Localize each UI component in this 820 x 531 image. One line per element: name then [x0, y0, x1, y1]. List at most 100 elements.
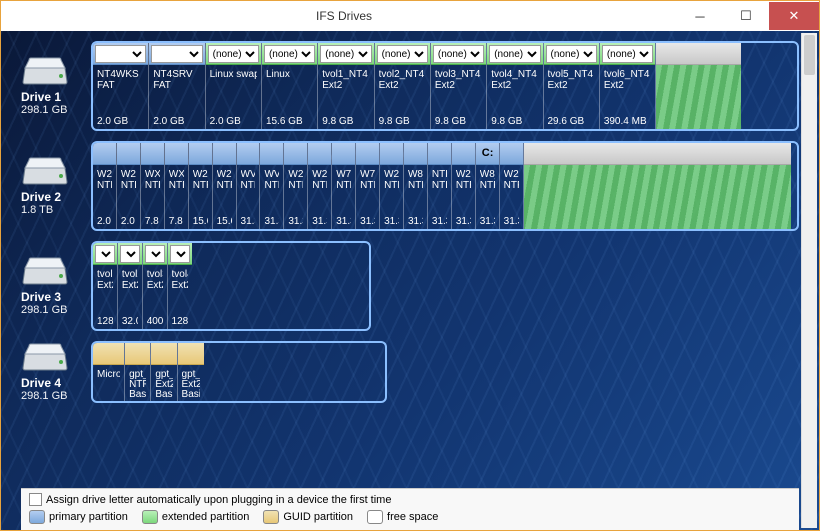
partition[interactable]: gpt_ntfsNTFSBasic data p — [125, 343, 151, 401]
partition-header — [149, 43, 204, 65]
partition[interactable]: (none)tvol4_NT4Ext29.8 GB — [487, 43, 543, 129]
partition[interactable]: gpt_vol1Ext2Basic data p — [151, 343, 177, 401]
partition[interactable]: C:W8_NTFS31.3 — [476, 143, 500, 229]
partition[interactable]: (none)tvol3_NT4Ext29.8 GB — [431, 43, 487, 129]
drive-size: 298.1 GB — [21, 390, 85, 402]
partition-header — [260, 143, 283, 165]
partition[interactable]: NT4WKSFAT2.0 GB — [93, 43, 149, 129]
partition[interactable]: gpt_vol2Ext2Basic data — [178, 343, 204, 401]
drive-letter-select[interactable]: (none) — [602, 45, 653, 63]
partition[interactable]: NTFNTFS31.3 — [428, 143, 452, 229]
partition[interactable]: W2KNTFS2.0 — [93, 143, 117, 229]
partition[interactable]: WVINTFS31.3 — [260, 143, 284, 229]
partition-header — [93, 343, 124, 365]
drive-letter-select[interactable]: (none) — [208, 45, 259, 63]
partition[interactable]: NT4SRVFAT2.0 GB — [149, 43, 205, 129]
drive-letter-select[interactable]: (none) — [377, 45, 428, 63]
partition-size: 2.0 — [97, 216, 112, 227]
partition-size: 9.8 GB — [322, 116, 369, 127]
drive-letter-select[interactable]: (none) — [320, 45, 371, 63]
drive-letter-select[interactable]: R: — [170, 245, 191, 263]
partition[interactable]: (none)tvol5_NT4Ext229.6 GB — [544, 43, 600, 129]
partition[interactable]: R:tvol4Ext2128.0 GB — [168, 243, 193, 329]
swatch-primary-icon — [29, 510, 45, 524]
partition[interactable]: Microsoft re — [93, 343, 125, 401]
drive-letter-select[interactable]: (none) — [489, 45, 540, 63]
partition-fs: NTFS — [121, 180, 136, 191]
titlebar[interactable]: IFS Drives ─ ☐ ✕ — [1, 1, 819, 31]
partition-size: 15.6 — [193, 216, 208, 227]
drive-letter-select[interactable]: O: — [95, 245, 115, 263]
partition-name: W2K — [121, 169, 136, 180]
partition[interactable] — [524, 143, 792, 229]
partition[interactable]: W2KNTFS31.3 — [380, 143, 404, 229]
swatch-extended-icon — [142, 510, 158, 524]
partition-body: W7_NTFS31.3 — [332, 165, 355, 229]
drive-letter-select[interactable]: (none) — [264, 45, 315, 63]
partition-name: tvol1_NT4 — [322, 69, 369, 80]
partition-size: 31.3 — [480, 216, 495, 227]
partition[interactable]: (none) tvol1_NT4Ext2 9.8 GB — [318, 43, 374, 129]
partition-fs: Ext2 — [322, 80, 369, 91]
partition[interactable]: W2KNTFS31.3 — [500, 143, 524, 229]
minimize-button[interactable]: ─ — [677, 2, 723, 30]
close-button[interactable]: ✕ — [769, 2, 819, 30]
partition-size: 31.3 — [264, 216, 279, 227]
auto-assign-checkbox[interactable] — [29, 493, 42, 506]
drive-letter-select[interactable] — [151, 45, 202, 63]
partition[interactable]: W2KNTFS31.3 — [284, 143, 308, 229]
partition[interactable]: W7_NTFS31.3 — [356, 143, 380, 229]
partition-strip: Microsoft regpt_ntfsNTFSBasic data pgpt_… — [91, 341, 387, 403]
maximize-button[interactable]: ☐ — [723, 2, 769, 30]
partition-body: gpt_vol2Ext2Basic data — [178, 365, 204, 401]
partition[interactable]: W2KNTFS15.6 — [189, 143, 213, 229]
partition-header: (none) — [262, 43, 317, 65]
partition-name: W2K — [384, 169, 399, 180]
partition-name: NTF — [432, 169, 447, 180]
partition[interactable]: W2KNTFS31.3 — [308, 143, 332, 229]
partition[interactable]: (none)tvol2_NT4Ext29.8 GB — [375, 43, 431, 129]
partition[interactable]: WXPNTFS7.8 — [141, 143, 165, 229]
partition[interactable]: Q:tvol3Ext2400.0 MB — [143, 243, 168, 329]
partition-fs: Linux swap — [210, 69, 257, 80]
partition-size: 2.0 GB — [153, 116, 200, 127]
drive-letter-select[interactable]: (none) — [433, 45, 484, 63]
partition[interactable]: O:tvol1Ext2128.0 GB — [93, 243, 118, 329]
auto-assign-row[interactable]: Assign drive letter automatically upon p… — [29, 493, 791, 506]
vertical-scrollbar[interactable] — [801, 33, 817, 528]
partition[interactable]: W8_NTFS31.3 — [404, 143, 428, 229]
scrollbar-thumb[interactable] — [804, 35, 815, 75]
partition[interactable]: (none)Linux swap2.0 GB — [206, 43, 262, 129]
drive-letter-select[interactable] — [95, 45, 146, 63]
partition[interactable]: WXPNTFS7.8 — [165, 143, 189, 229]
partition[interactable]: W2KNTFS2.0 — [117, 143, 141, 229]
partition-fs: NTFS — [336, 180, 351, 191]
partition-header — [178, 343, 204, 365]
partition-header — [117, 143, 140, 165]
partition-fs: NTFS — [312, 180, 327, 191]
drive-letter-select[interactable]: Q: — [145, 245, 165, 263]
drive-row: Drive 1298.1 GBNT4WKSFAT2.0 GBNT4SRVFAT2… — [21, 41, 799, 131]
partition-size: 400.0 MB — [147, 316, 163, 327]
partition-body: tvol6_NT4Ext2390.4 MB — [600, 65, 655, 129]
partition-name: tvol4_NT4 — [491, 69, 538, 80]
partition[interactable]: W7_NTFS31.3 — [332, 143, 356, 229]
drive-letter-select[interactable]: (none) — [546, 45, 597, 63]
partition-header: (none) — [318, 43, 373, 65]
partition-size: 15.6 GB — [266, 116, 313, 127]
partition[interactable]: WVINTFS31.3 — [237, 143, 261, 229]
partition[interactable]: (none) tvol6_NT4Ext2390.4 MB — [600, 43, 656, 129]
partition-size: 31.3 — [408, 216, 423, 227]
partition[interactable] — [656, 43, 740, 129]
partition[interactable]: W2KNTFS31.3 — [452, 143, 476, 229]
partition-header: R: — [168, 243, 193, 265]
drive-size: 298.1 GB — [21, 304, 85, 316]
partition[interactable]: (none)Linux15.6 GB — [262, 43, 318, 129]
partition[interactable]: P:tvol2Ext232.0 GB — [118, 243, 143, 329]
drive-row: Drive 3298.1 GBO:tvol1Ext2128.0 GBP:tvol… — [21, 241, 799, 331]
partition[interactable]: W2KNTFS15.6 — [213, 143, 237, 229]
partition-name: W2K — [504, 169, 519, 180]
partition-header — [213, 143, 236, 165]
partition-header — [356, 143, 379, 165]
drive-letter-select[interactable]: P: — [120, 245, 140, 263]
